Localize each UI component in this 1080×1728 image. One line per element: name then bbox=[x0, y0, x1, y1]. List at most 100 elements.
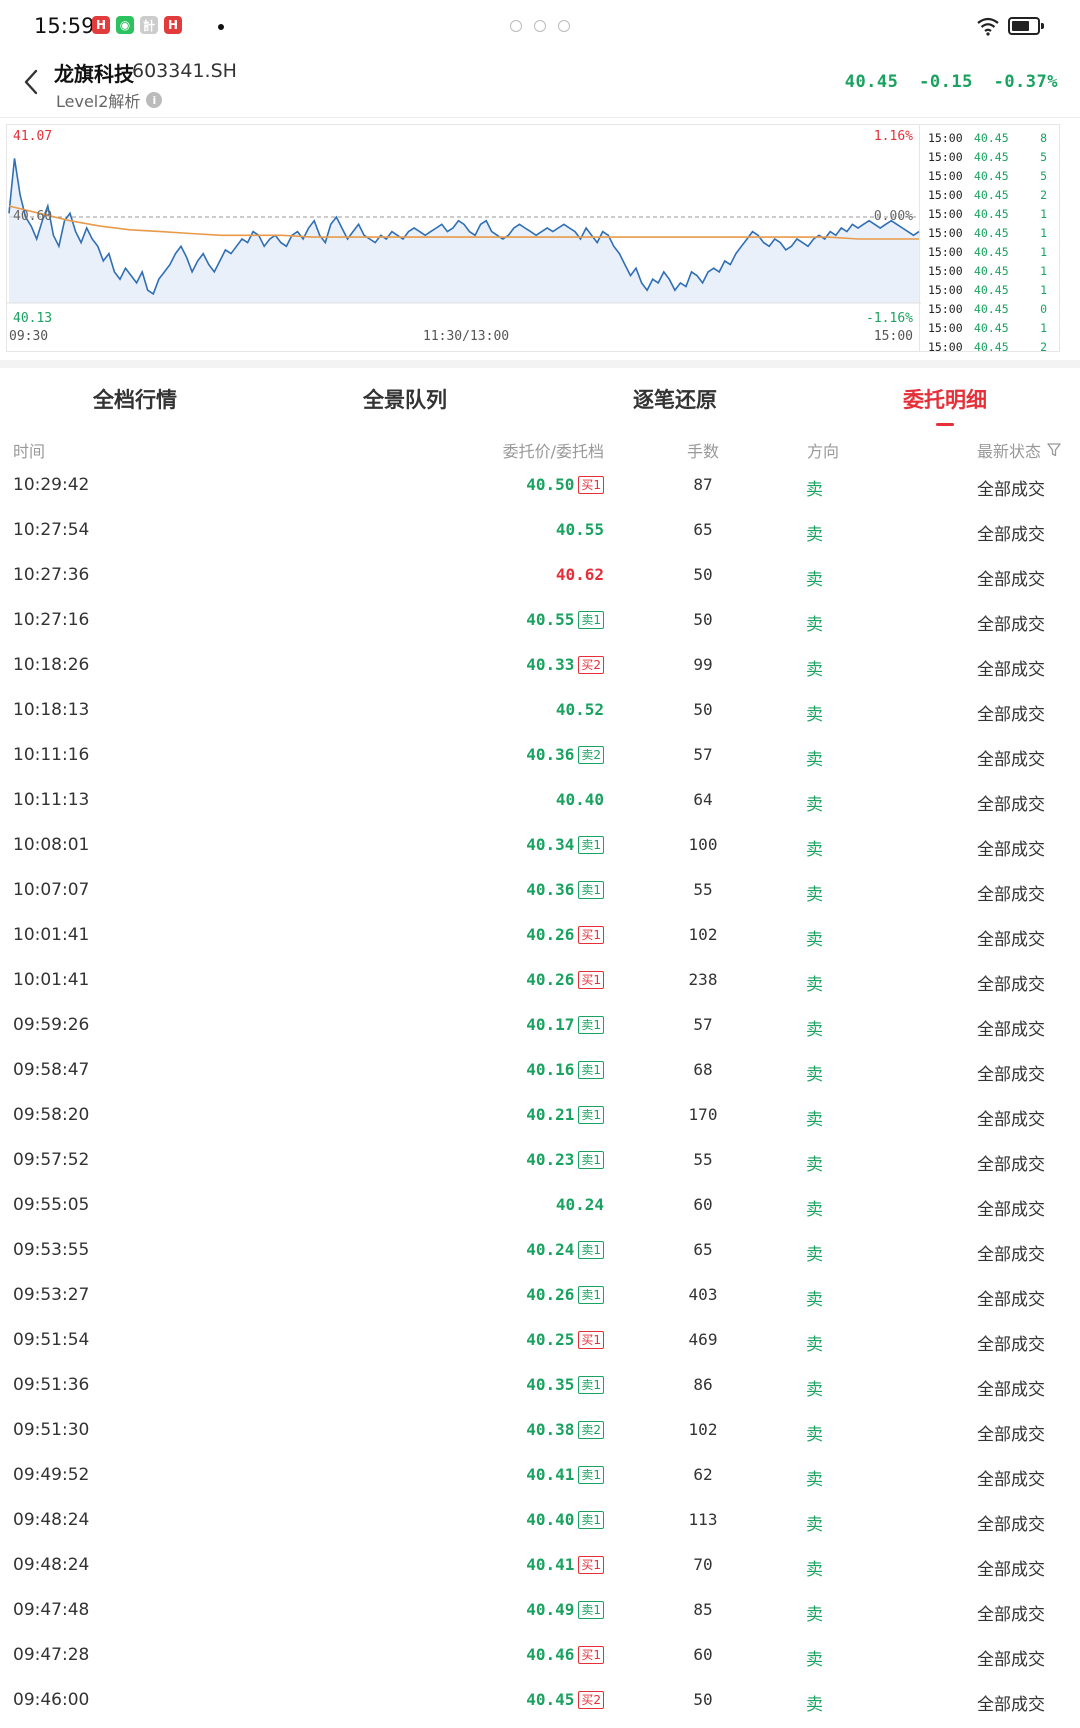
order-status: 全部成交 bbox=[977, 1155, 1045, 1175]
table-row[interactable]: 10:29:42 40.50 买1 87 卖 全部成交 bbox=[0, 465, 1080, 510]
intraday-chart[interactable]: 41.07 1.16% 40.60 0.00% 40.13 -1.16% 09:… bbox=[6, 124, 921, 352]
table-row[interactable]: 09:51:30 40.38 卖2 102 卖 全部成交 bbox=[0, 1410, 1080, 1455]
tick-price: 40.45 bbox=[974, 340, 1009, 352]
order-price-cell: 40.26 买1 bbox=[526, 925, 604, 944]
tab-2[interactable]: 逐笔还原 bbox=[540, 372, 810, 432]
table-row[interactable]: 09:51:36 40.35 卖1 86 卖 全部成交 bbox=[0, 1365, 1080, 1410]
order-time: 09:53:27 bbox=[13, 1285, 90, 1305]
tick-price: 40.45 bbox=[974, 264, 1009, 278]
table-row[interactable]: 09:57:52 40.23 卖1 55 卖 全部成交 bbox=[0, 1140, 1080, 1185]
order-price-cell: 40.36 卖1 bbox=[526, 880, 604, 899]
table-row[interactable]: 09:59:26 40.17 卖1 57 卖 全部成交 bbox=[0, 1005, 1080, 1050]
tab-1[interactable]: 全景队列 bbox=[270, 372, 540, 432]
table-row[interactable]: 10:11:16 40.36 卖2 57 卖 全部成交 bbox=[0, 735, 1080, 780]
table-row[interactable]: 10:18:26 40.33 买2 99 卖 全部成交 bbox=[0, 645, 1080, 690]
table-row[interactable]: 09:49:52 40.41 卖1 62 卖 全部成交 bbox=[0, 1455, 1080, 1500]
order-qty: 57 bbox=[693, 1015, 713, 1034]
table-row[interactable]: 09:58:47 40.16 卖1 68 卖 全部成交 bbox=[0, 1050, 1080, 1095]
tick-volume: 1 bbox=[1040, 207, 1047, 221]
tick-list[interactable]: 15:00 40.45 8 15:00 40.45 5 15:00 40.45 5 15:00 40… bbox=[920, 124, 1060, 352]
order-direction: 卖 bbox=[806, 1650, 823, 1670]
tab-3[interactable]: 委托明细 bbox=[810, 372, 1080, 432]
order-status: 全部成交 bbox=[977, 1380, 1045, 1400]
order-price-cell: 40.24 卖1 bbox=[526, 1240, 604, 1259]
order-qty: 85 bbox=[693, 1600, 713, 1619]
order-price-cell: 40.25 买1 bbox=[526, 1330, 604, 1349]
order-price-cell: 40.21 卖1 bbox=[526, 1105, 604, 1124]
order-status: 全部成交 bbox=[977, 1245, 1045, 1265]
tick-time: 15:00 bbox=[928, 245, 963, 259]
table-row[interactable]: 09:55:05 40.24 60 卖 全部成交 bbox=[0, 1185, 1080, 1230]
order-level-badge: 买2 bbox=[578, 1690, 604, 1709]
status-bar: 15:59 H ◉ 計 H bbox=[0, 0, 1080, 52]
order-qty: 100 bbox=[688, 835, 718, 854]
tick-price: 40.45 bbox=[974, 283, 1009, 297]
order-status: 全部成交 bbox=[977, 1110, 1045, 1130]
filter-icon[interactable] bbox=[1047, 443, 1061, 457]
order-price: 40.24 bbox=[526, 1240, 575, 1259]
order-time: 10:11:16 bbox=[13, 745, 90, 765]
order-level-badge: 卖1 bbox=[578, 835, 604, 854]
order-price: 40.46 bbox=[526, 1645, 575, 1664]
table-row[interactable]: 10:01:41 40.26 买1 238 卖 全部成交 bbox=[0, 960, 1080, 1005]
order-qty: 65 bbox=[693, 520, 713, 539]
order-direction: 卖 bbox=[806, 750, 823, 770]
info-icon[interactable]: i bbox=[146, 92, 163, 108]
order-level-badge: 卖1 bbox=[578, 880, 604, 899]
more-notifications-dot bbox=[218, 24, 224, 30]
order-price-cell: 40.16 卖1 bbox=[526, 1060, 604, 1079]
table-row[interactable]: 09:48:24 40.40 卖1 113 卖 全部成交 bbox=[0, 1500, 1080, 1545]
back-button[interactable] bbox=[14, 62, 48, 102]
table-row[interactable]: 09:48:24 40.41 买1 70 卖 全部成交 bbox=[0, 1545, 1080, 1590]
tick-time: 15:00 bbox=[928, 226, 963, 240]
order-price: 40.23 bbox=[526, 1150, 575, 1169]
order-qty: 50 bbox=[693, 700, 713, 719]
table-row[interactable]: 09:58:20 40.21 卖1 170 卖 全部成交 bbox=[0, 1095, 1080, 1140]
table-row[interactable]: 09:46:00 40.45 买2 50 卖 全部成交 bbox=[0, 1680, 1080, 1725]
order-direction: 卖 bbox=[806, 1065, 823, 1085]
order-price: 40.52 bbox=[555, 700, 604, 719]
order-qty: 68 bbox=[693, 1060, 713, 1079]
chart-mid-pct-label: 0.00% bbox=[873, 209, 913, 224]
order-price-cell: 40.45 买2 bbox=[526, 1690, 604, 1709]
table-row[interactable]: 09:47:28 40.46 买1 60 卖 全部成交 bbox=[0, 1635, 1080, 1680]
table-row[interactable]: 10:01:41 40.26 买1 102 卖 全部成交 bbox=[0, 915, 1080, 960]
order-price: 40.26 bbox=[526, 1285, 575, 1304]
table-row[interactable]: 10:11:13 40.40 64 卖 全部成交 bbox=[0, 780, 1080, 825]
order-time: 09:51:36 bbox=[13, 1375, 90, 1395]
tick-price: 40.45 bbox=[974, 302, 1009, 316]
order-level-badge: 卖1 bbox=[578, 1600, 604, 1619]
table-row[interactable]: 10:18:13 40.52 50 卖 全部成交 bbox=[0, 690, 1080, 735]
table-row[interactable]: 09:53:55 40.24 卖1 65 卖 全部成交 bbox=[0, 1230, 1080, 1275]
order-direction: 卖 bbox=[806, 615, 823, 635]
order-time: 10:11:13 bbox=[13, 790, 90, 810]
tab-0[interactable]: 全档行情 bbox=[0, 372, 270, 432]
chart-high-pct-label: 1.16% bbox=[873, 129, 913, 144]
order-time: 09:58:20 bbox=[13, 1105, 90, 1125]
battery-icon bbox=[1008, 17, 1044, 35]
order-qty: 403 bbox=[688, 1285, 718, 1304]
table-row[interactable]: 10:27:36 40.62 50 卖 全部成交 bbox=[0, 555, 1080, 600]
table-row[interactable]: 09:47:48 40.49 卖1 85 卖 全部成交 bbox=[0, 1590, 1080, 1635]
order-direction: 卖 bbox=[806, 1290, 823, 1310]
table-row[interactable]: 10:07:07 40.36 卖1 55 卖 全部成交 bbox=[0, 870, 1080, 915]
table-row[interactable]: 10:27:16 40.55 卖1 50 卖 全部成交 bbox=[0, 600, 1080, 645]
tick-volume: 1 bbox=[1040, 321, 1047, 335]
level2-label[interactable]: Level2解析 i bbox=[56, 88, 163, 112]
table-row[interactable]: 09:53:27 40.26 卖1 403 卖 全部成交 bbox=[0, 1275, 1080, 1320]
order-direction: 卖 bbox=[806, 1425, 823, 1445]
order-price-cell: 40.55 卖1 bbox=[526, 610, 604, 629]
order-time: 10:18:13 bbox=[13, 700, 90, 720]
section-divider bbox=[0, 360, 1080, 368]
header-status[interactable]: 最新状态 bbox=[977, 438, 1061, 462]
tick-price: 40.45 bbox=[974, 321, 1009, 335]
order-price-cell: 40.46 买1 bbox=[526, 1645, 604, 1664]
order-level-badge: 卖1 bbox=[578, 1285, 604, 1304]
table-row[interactable]: 10:08:01 40.34 卖1 100 卖 全部成交 bbox=[0, 825, 1080, 870]
order-direction: 卖 bbox=[806, 570, 823, 590]
order-price-cell: 40.40 卖1 bbox=[526, 1510, 604, 1529]
table-row[interactable]: 09:51:54 40.25 买1 469 卖 全部成交 bbox=[0, 1320, 1080, 1365]
table-row[interactable]: 10:27:54 40.55 65 卖 全部成交 bbox=[0, 510, 1080, 555]
header-price: 委托价/委托档 bbox=[502, 442, 604, 461]
order-level-badge: 买1 bbox=[578, 475, 604, 494]
